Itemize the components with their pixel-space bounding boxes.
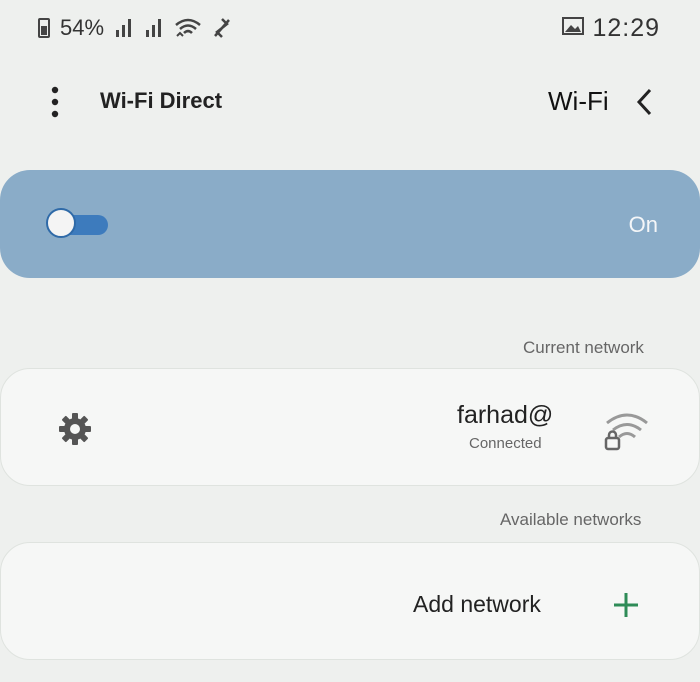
signal-icon — [146, 19, 162, 37]
header: Wi-Fi Direct Wi-Fi — [0, 70, 700, 134]
gallery-icon — [562, 17, 584, 35]
page-title: Wi-Fi — [548, 86, 609, 116]
add-network-label: Add network — [413, 591, 541, 617]
network-status: Connected — [469, 435, 542, 452]
battery-percent: 54% — [60, 15, 105, 40]
battery-icon — [38, 18, 50, 38]
current-network-label: Current network — [523, 338, 644, 357]
current-network-card[interactable]: farhad@ Connected — [0, 368, 700, 486]
back-icon[interactable] — [630, 86, 660, 118]
gear-icon[interactable] — [57, 411, 93, 447]
wifi-toggle[interactable] — [46, 208, 108, 240]
wifi-icon — [175, 18, 201, 37]
more-options-icon[interactable] — [44, 84, 66, 120]
status-bar: 54% 12:29 — [0, 0, 700, 56]
toggle-knob — [46, 208, 76, 238]
available-networks-label: Available networks — [500, 510, 642, 529]
signal-icon — [116, 19, 132, 37]
switch-label: On — [628, 212, 658, 237]
wifi-master-switch-card[interactable]: On — [0, 170, 700, 278]
wifi-direct-link[interactable]: Wi-Fi Direct — [100, 88, 222, 114]
network-name: farhad@ — [457, 401, 554, 429]
wifi-lock-icon — [604, 413, 648, 451]
plus-icon[interactable] — [612, 591, 640, 619]
add-network-card[interactable]: Add network — [0, 542, 700, 660]
status-icons-left: 54% — [38, 14, 232, 42]
clock: 12:29 — [592, 14, 660, 42]
bluetooth-icon — [214, 18, 230, 38]
